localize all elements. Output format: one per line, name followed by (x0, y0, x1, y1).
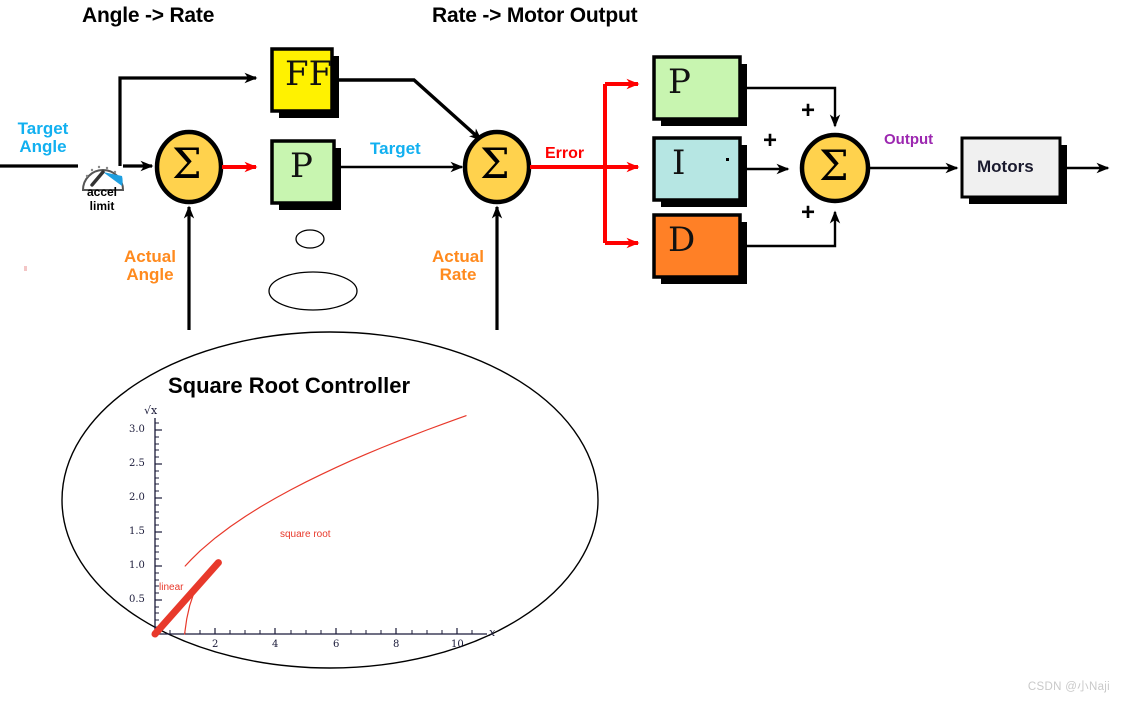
plot-ytick-2: 1.5 (129, 526, 145, 537)
sum-junction-output (799, 132, 871, 204)
callout-bubble-medium (268, 271, 358, 311)
d-rate-block-label: D (668, 220, 696, 260)
plot-y-major-ticks (155, 429, 162, 601)
plot-xtick-3: 8 (393, 639, 400, 650)
accel-limit-gauge-icon (81, 165, 125, 191)
plot-xtick-1: 4 (272, 639, 279, 650)
sum-junction-angle (154, 129, 224, 205)
diagram-vector-layer (0, 47, 1110, 669)
plot-xtick-2: 6 (333, 639, 340, 650)
plot-annotation-square-root: square root (280, 529, 331, 540)
csdn-watermark: CSDN @小Naji (1027, 681, 1110, 693)
plot-ytick-5: 3.0 (129, 424, 145, 435)
plot-xtick-4: 10 (451, 639, 464, 650)
plot-xtick-0: 2 (212, 639, 219, 650)
plot-x-major-ticks (214, 628, 458, 634)
wire-p-to-sum3 (740, 86, 841, 128)
i-rate-block-label: I (672, 143, 686, 183)
wire-d-to-sum3 (740, 210, 841, 248)
plot-x-axis-label: x (489, 626, 496, 639)
plot-annotation-linear: linear (159, 582, 184, 593)
image-artifact-speck (24, 266, 27, 271)
p-angle-block-label: P (290, 146, 313, 186)
plot-ytick-4: 2.5 (129, 458, 145, 469)
plot-y-axis-label: √x (144, 404, 158, 417)
plot-ytick-0: 0.5 (129, 594, 145, 605)
d-rate-block (652, 213, 742, 279)
p-rate-block (652, 55, 742, 121)
callout-bubble-small (295, 229, 325, 249)
wire-ff-to-sum2 (332, 78, 483, 142)
i-block-dot (726, 158, 729, 161)
i-rate-block (652, 136, 742, 202)
diagram-canvas: Angle -> Rate Rate -> Motor Output Targe… (0, 0, 1122, 702)
p-rate-block-label: P (668, 62, 691, 102)
plot-curve-square-root (184, 415, 467, 567)
motors-block-label: Motors (977, 157, 1034, 176)
ff-block-label: FF (285, 54, 333, 94)
plot-ytick-3: 2.0 (129, 492, 145, 503)
plot-ytick-1: 1.0 (129, 560, 145, 571)
sum-junction-rate (462, 129, 532, 205)
